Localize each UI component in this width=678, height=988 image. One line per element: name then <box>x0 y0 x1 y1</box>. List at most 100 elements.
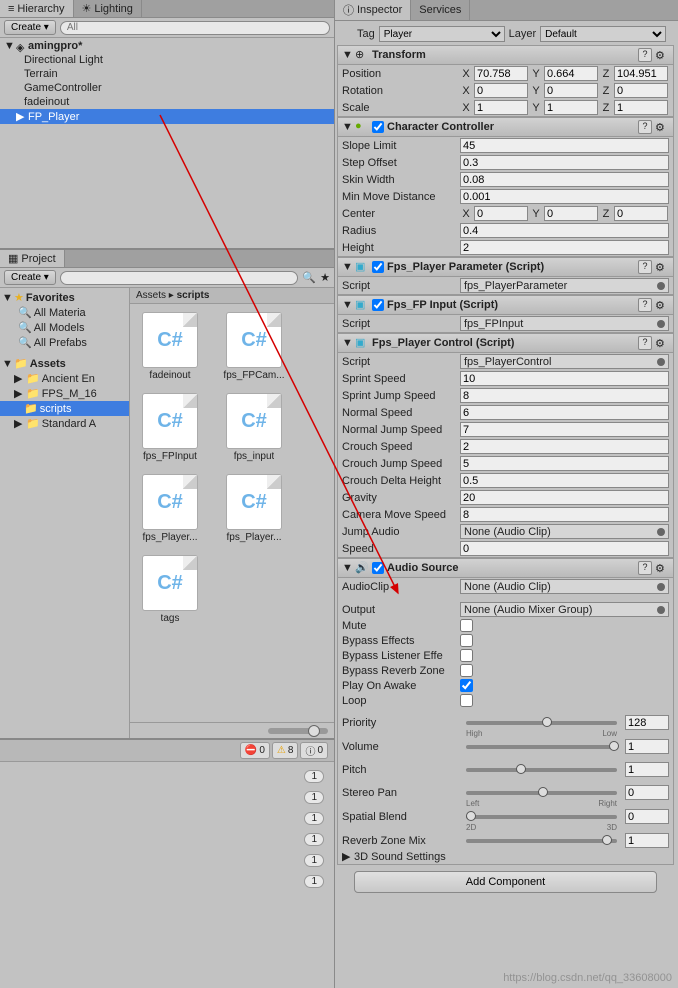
error-badge[interactable]: ⛔0 <box>240 742 270 759</box>
breadcrumb[interactable]: Assets ▸ scripts <box>130 288 334 304</box>
thumbnail-size-slider[interactable] <box>268 728 328 734</box>
inspector-tab[interactable]: ⓘInspector <box>335 0 411 20</box>
folder-item-selected[interactable]: 📁scripts <box>0 401 129 416</box>
object-picker-icon[interactable] <box>657 528 665 536</box>
console-row[interactable]: 1 <box>4 808 330 829</box>
assets-row[interactable]: ▼📁Assets <box>0 356 129 371</box>
jump-audio-field[interactable]: None (Audio Clip) <box>460 524 669 539</box>
rot-x[interactable] <box>474 83 528 98</box>
priority-value[interactable] <box>625 715 669 730</box>
script-file[interactable]: C#fps_FPCam... <box>222 312 286 381</box>
tag-select[interactable]: Player <box>379 26 505 42</box>
info-badge[interactable]: ⓘ0 <box>300 742 328 759</box>
pitch-value[interactable] <box>625 762 669 777</box>
hierarchy-item[interactable]: Terrain <box>0 67 334 81</box>
enable-checkbox[interactable] <box>372 261 384 273</box>
console-row[interactable]: 1 <box>4 829 330 850</box>
console-row[interactable]: 1 <box>4 787 330 808</box>
script-file[interactable]: C#tags <box>138 555 202 624</box>
project-search[interactable] <box>60 271 299 285</box>
gear-icon[interactable]: ⚙ <box>655 49 669 62</box>
rot-z[interactable] <box>614 83 668 98</box>
hierarchy-item[interactable]: fadeinout <box>0 95 334 109</box>
normal-jump-input[interactable] <box>460 422 669 437</box>
script-field[interactable]: fps_FPInput <box>460 316 669 331</box>
fold-icon[interactable]: ▼ <box>342 337 352 349</box>
normal-speed-input[interactable] <box>460 405 669 420</box>
center-z[interactable] <box>614 206 668 221</box>
cam-move-input[interactable] <box>460 507 669 522</box>
project-create-button[interactable]: Create ▾ <box>4 270 56 285</box>
scale-x[interactable] <box>474 100 528 115</box>
script-file[interactable]: C#fps_FPInput <box>138 393 202 462</box>
project-tab[interactable]: ▦Project <box>0 250 65 267</box>
object-picker-icon[interactable] <box>657 583 665 591</box>
center-y[interactable] <box>544 206 598 221</box>
folder-item[interactable]: ▶📁Ancient En <box>0 371 129 386</box>
sprint-jump-input[interactable] <box>460 388 669 403</box>
object-picker-icon[interactable] <box>657 606 665 614</box>
scale-z[interactable] <box>614 100 668 115</box>
help-icon[interactable]: ? <box>638 120 652 134</box>
enable-checkbox[interactable] <box>372 299 384 311</box>
help-icon[interactable]: ? <box>638 561 652 575</box>
gear-icon[interactable]: ⚙ <box>655 261 669 274</box>
help-icon[interactable]: ? <box>638 48 652 62</box>
slope-limit-input[interactable] <box>460 138 669 153</box>
lighting-tab[interactable]: ☀Lighting <box>74 0 142 17</box>
object-picker-icon[interactable] <box>657 320 665 328</box>
script-file[interactable]: C#fps_Player... <box>138 474 202 543</box>
script-file[interactable]: C#fps_Player... <box>222 474 286 543</box>
help-icon[interactable]: ? <box>638 336 652 350</box>
script-file[interactable]: C#fadeinout <box>138 312 202 381</box>
favorites-row[interactable]: ▼★Favorites <box>0 290 129 305</box>
crouch-delta-input[interactable] <box>460 473 669 488</box>
bypass-listener-checkbox[interactable] <box>460 649 473 662</box>
step-offset-input[interactable] <box>460 155 669 170</box>
spatial-value[interactable] <box>625 809 669 824</box>
pos-z[interactable] <box>614 66 668 81</box>
fold-icon[interactable]: ▶ <box>342 850 352 863</box>
priority-slider[interactable] <box>466 721 617 725</box>
reverb-slider[interactable] <box>466 839 617 843</box>
rot-y[interactable] <box>544 83 598 98</box>
fold-icon[interactable]: ▼ <box>342 49 352 61</box>
scale-y[interactable] <box>544 100 598 115</box>
min-move-input[interactable] <box>460 189 669 204</box>
speed-input[interactable] <box>460 541 669 556</box>
sprint-speed-input[interactable] <box>460 371 669 386</box>
scene-row[interactable]: ▼◈amingpro* <box>0 39 334 53</box>
add-component-button[interactable]: Add Component <box>354 871 657 893</box>
favorite-item[interactable]: 🔍All Materia <box>0 305 129 320</box>
object-picker-icon[interactable] <box>657 358 665 366</box>
object-picker-icon[interactable] <box>657 282 665 290</box>
hierarchy-item[interactable]: GameController <box>0 81 334 95</box>
gear-icon[interactable]: ⚙ <box>655 337 669 350</box>
folder-item[interactable]: ▶📁Standard A <box>0 416 129 431</box>
warning-badge[interactable]: ⚠8 <box>272 742 299 759</box>
help-icon[interactable]: ? <box>638 298 652 312</box>
spatial-slider[interactable] <box>466 815 617 819</box>
console-row[interactable]: 1 <box>4 850 330 871</box>
stereo-slider[interactable] <box>466 791 617 795</box>
pos-x[interactable] <box>474 66 528 81</box>
bypass-reverb-checkbox[interactable] <box>460 664 473 677</box>
script-field[interactable]: fps_PlayerControl <box>460 354 669 369</box>
pitch-slider[interactable] <box>466 768 617 772</box>
crouch-jump-input[interactable] <box>460 456 669 471</box>
radius-input[interactable] <box>460 223 669 238</box>
height-input[interactable] <box>460 240 669 255</box>
stereo-value[interactable] <box>625 785 669 800</box>
layer-select[interactable]: Default <box>540 26 666 42</box>
favorite-item[interactable]: 🔍All Models <box>0 320 129 335</box>
hierarchy-search[interactable] <box>60 21 330 35</box>
folder-item[interactable]: ▶📁FPS_M_16 <box>0 386 129 401</box>
console-row[interactable]: 1 <box>4 766 330 787</box>
create-button[interactable]: Create ▾ <box>4 20 56 35</box>
hierarchy-item[interactable]: Directional Light <box>0 53 334 67</box>
loop-checkbox[interactable] <box>460 694 473 707</box>
hierarchy-item-selected[interactable]: ▶FP_Player <box>0 109 334 124</box>
play-awake-checkbox[interactable] <box>460 679 473 692</box>
enable-checkbox[interactable] <box>372 562 384 574</box>
fold-icon[interactable]: ▼ <box>342 299 352 311</box>
